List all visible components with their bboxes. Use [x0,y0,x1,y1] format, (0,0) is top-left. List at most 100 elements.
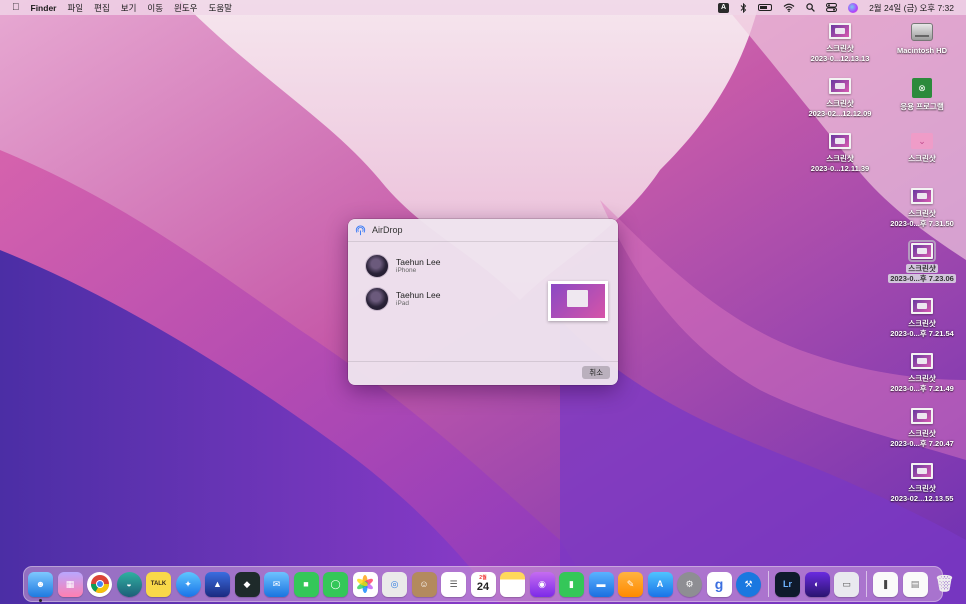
airdrop-icon [355,225,366,235]
system-preferences-icon[interactable]: ⚙ [677,571,702,597]
numbers-icon[interactable]: ▮ [559,571,584,597]
spotlight-search-icon[interactable] [806,2,815,13]
desktop-screenshot-file[interactable]: 스크린샷 2023-0...12.11.39 [798,133,882,174]
volume-name: Macintosh HD [896,46,947,55]
recipient-device: iPhone [396,267,417,274]
reminders-icon[interactable]: ☰ [441,571,466,597]
desktop-applications-folder[interactable]: ⊗ 응용 프로그램 [880,78,964,112]
desktop-screenshot-file[interactable]: 스크린샷 2023-0...후 7.20.47 [880,408,964,449]
photos-icon[interactable] [352,571,378,597]
grammarly-icon[interactable]: g [706,571,732,597]
dock: ☻ ▦ ◒ TALK ✦ ▲ ◆ ✉ ■ ◯ ◎ ☺ ☰ 2월 24 ◉ ▮ ▬… [23,566,955,602]
folder-icon: ⌄ [911,133,933,149]
file-name-detail: 2023-02...12.13.55 [890,494,954,503]
siri-icon[interactable] [848,2,859,13]
file-name-detail: 2023-02...12.12.09 [808,109,872,118]
calendar-day: 24 [476,581,490,593]
file-name-detail: 2023-0...후 7.20.47 [890,439,954,448]
file-name: 스크린샷 [908,319,936,328]
wifi-icon[interactable] [783,2,795,13]
recipient-device: iPad [396,300,410,307]
file-name-detail: 2023-0...후 7.21.49 [890,384,954,393]
screen-recorder-icon[interactable]: ◐ [804,571,830,597]
menu-view[interactable]: 보기 [121,2,137,14]
finder-icon[interactable]: ☻ [28,571,53,602]
mail-icon[interactable]: ✉ [264,571,289,597]
file-name-detail: 2023-0...12.11.39 [810,164,870,173]
pages-icon[interactable]: ✎ [618,571,643,597]
keynote-icon[interactable]: ▬ [588,571,614,597]
cancel-button[interactable]: 취소 [582,366,610,379]
downloads-stack-icon[interactable]: ▤ [902,571,928,597]
screenshot-app-icon[interactable]: ▭ [834,571,859,597]
droplet-app-icon[interactable]: ▲ [205,571,230,597]
desktop-macintosh-hd[interactable]: Macintosh HD [880,23,964,56]
airdrop-window: AirDrop Taehun Lee iPhone Taehun Lee iPa… [348,219,618,385]
desktop-screenshot-file[interactable]: 스크린샷 2023-02...12.13.55 [880,463,964,504]
bluetooth-icon[interactable] [740,2,747,13]
desktop-screenshot-folder[interactable]: ⌄ 스크린샷 [880,133,964,164]
whale-browser-icon[interactable]: ◒ [116,571,142,597]
file-name-detail: 2023-0...후 7.31.50 [890,219,954,228]
airdrop-recipient[interactable]: Taehun Lee iPad [365,287,440,311]
menu-window[interactable]: 윈도우 [174,2,197,14]
kakaotalk-icon[interactable]: TALK [146,571,171,597]
menubar-clock[interactable]: 2월 24일 (금) 오후 7:32 [869,2,954,14]
desktop-screenshot-file[interactable]: 스크린샷 2023-0...후 7.31.50 [880,188,964,229]
menu-app-name[interactable]: Finder [31,3,57,13]
chrome-icon[interactable] [87,571,112,597]
trash-icon[interactable]: 🗑 [932,572,957,597]
xcode-icon[interactable]: ⚒ [736,571,761,597]
facetime-icon[interactable]: ■ [293,571,319,597]
menu-file[interactable]: 파일 [67,2,83,14]
file-name: 스크린샷 [906,264,938,273]
airdrop-recipient[interactable]: Taehun Lee iPhone [365,254,440,278]
app-store-icon[interactable]: A [647,571,673,597]
calendar-icon[interactable]: 2월 24 [470,571,496,597]
control-center-icon[interactable] [826,2,838,13]
file-name: 스크린샷 [826,44,854,53]
folder-name: 스크린샷 [908,154,936,163]
file-name-detail: 2023-0...후 7.21.54 [890,329,954,338]
battery-icon[interactable] [758,2,773,13]
preview-icon[interactable]: ◎ [382,571,407,597]
divider [348,361,618,362]
apple-menu-icon[interactable]:  [12,2,20,13]
input-source-icon[interactable]: A [718,2,730,13]
menu-bar:  Finder 파일 편집 보기 이동 윈도우 도움말 A 2월 24일 (금… [0,0,966,15]
desktop-screenshot-file[interactable]: 스크린샷 2023-0...후 7.21.54 [880,298,964,339]
menu-edit[interactable]: 편집 [94,2,110,14]
desktop-screenshot-file[interactable]: 스크린샷 2023-02...12.12.09 [798,78,882,119]
screenshot-thumbnail-icon [911,298,933,314]
screenshot-thumbnail-icon [829,78,851,94]
menu-help[interactable]: 도움말 [209,2,232,14]
airdrop-titlebar: AirDrop [348,219,618,242]
dock-separator [865,571,867,597]
lightroom-icon[interactable]: Lr [775,571,800,597]
shared-file-preview [548,281,608,321]
menu-go[interactable]: 이동 [147,2,163,14]
desktop-screenshot-file[interactable]: 스크린샷 2023-0...후 7.21.49 [880,353,964,394]
screenshot-thumbnail-icon [829,133,851,149]
file-name: 스크린샷 [826,99,854,108]
document-icon[interactable]: ❚ [873,571,898,597]
podcasts-icon[interactable]: ◉ [529,571,555,597]
file-name: 스크린샷 [908,429,936,438]
airdrop-title: AirDrop [372,225,403,235]
messages-icon[interactable]: ◯ [323,571,348,597]
notes-icon[interactable] [500,571,525,597]
applications-icon: ⊗ [912,78,932,98]
folder-name: 응용 프로그램 [900,102,944,111]
desktop-screenshot-file[interactable]: 스크린샷 2023-0...12.13.13 [798,23,882,64]
screenshot-thumbnail-icon [829,23,851,39]
screenshot-thumbnail-icon [911,353,933,369]
filmora-icon[interactable]: ◆ [234,571,260,597]
file-name: 스크린샷 [826,154,854,163]
desktop-screenshot-file-selected[interactable]: 스크린샷 2023-0...후 7.23.06 [880,240,964,284]
file-name-detail: 2023-0...후 7.23.06 [888,274,956,283]
launchpad-icon[interactable]: ▦ [57,571,83,597]
file-name-detail: 2023-0...12.13.13 [810,54,870,63]
contacts-icon[interactable]: ☺ [411,571,437,597]
avatar [365,254,389,278]
safari-icon[interactable]: ✦ [175,571,201,597]
